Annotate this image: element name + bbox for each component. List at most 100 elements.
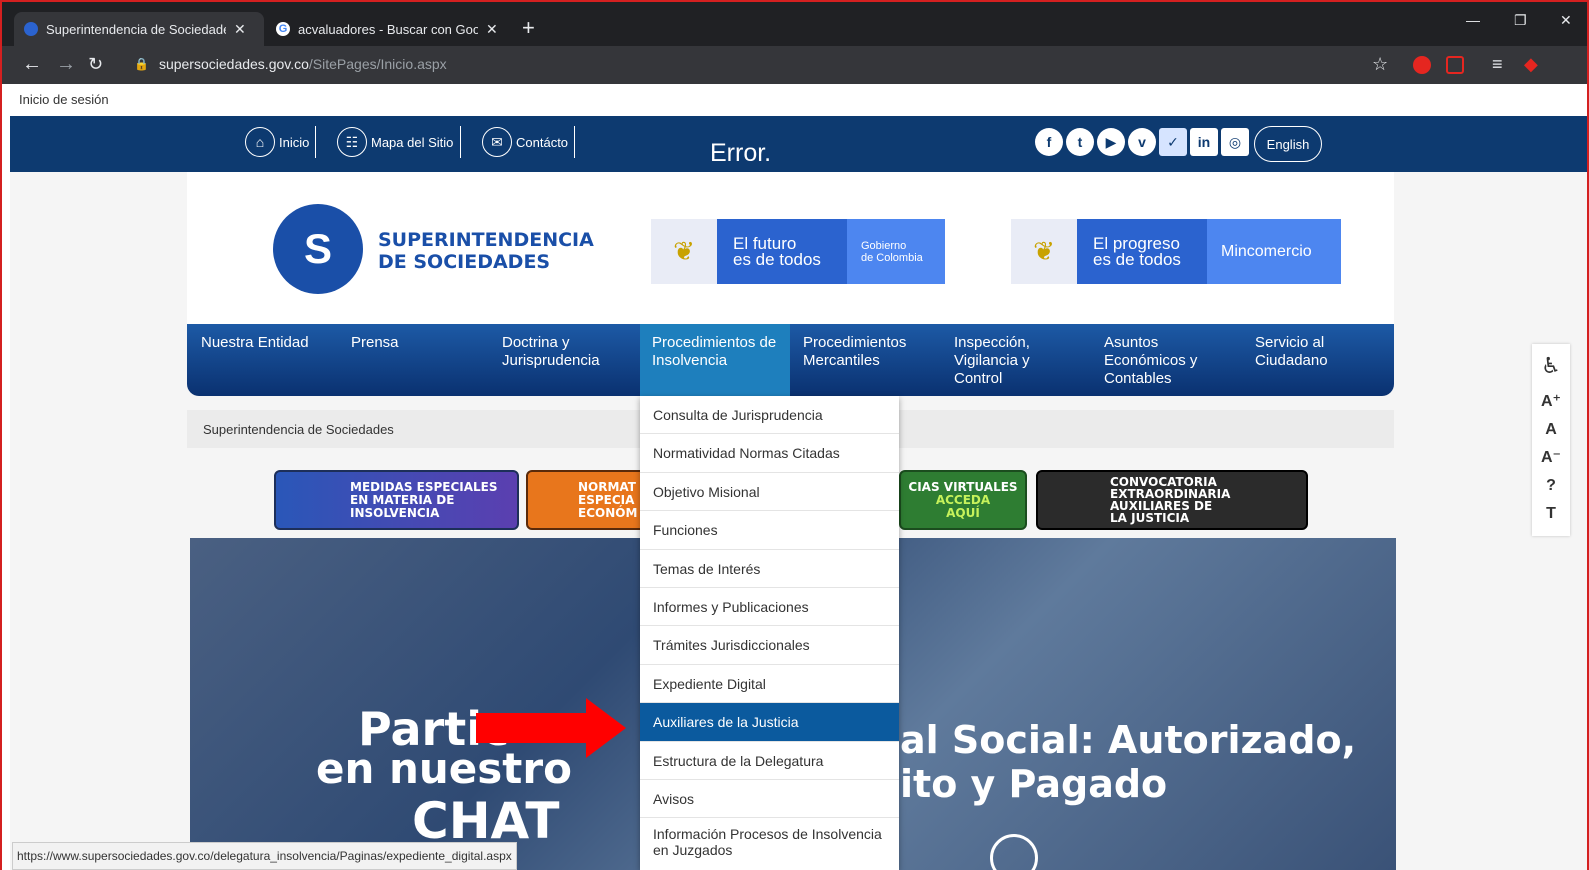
menu-doctrina[interactable]: Doctrina y Jurisprudencia (502, 334, 600, 370)
browser-toolbar: ← → ↻ 🔒 supersociedades.gov.co/SitePages… (0, 46, 1589, 84)
menu-procedimientos-mercantiles[interactable]: Procedimientos Mercantiles (803, 334, 906, 370)
top-navigation-bar: ⌂ Inicio ☷ Mapa del Sitio ✉ Contácto Err… (10, 116, 1589, 172)
menu-procedimientos-insolvencia[interactable]: Procedimientos de Insolvencia (640, 324, 790, 396)
banner-text: MEDIDAS ESPECIALES (350, 479, 498, 494)
increase-font-icon[interactable]: A⁺ (1532, 388, 1570, 416)
dropdown-item[interactable]: Información Procesos de Insolvencia en J… (640, 818, 899, 870)
status-bar-url: https://www.supersociedades.gov.co/deleg… (12, 842, 517, 870)
verified-icon[interactable]: ✓ (1159, 128, 1187, 156)
menu-label: Procedimientos de (652, 334, 777, 351)
red-arrow-annotation-icon (476, 698, 626, 758)
menu-label: Prensa (351, 334, 399, 351)
menu-label: Doctrina y (502, 334, 570, 351)
accessibility-icon[interactable]: ♿ (1532, 344, 1570, 388)
adblock-extension-icon[interactable] (1413, 56, 1431, 74)
reload-icon[interactable]: ↻ (88, 52, 103, 76)
gov2-main-line2: es de todos (1093, 250, 1181, 269)
tab-supersociedades[interactable]: Superintendencia de Sociedades ✕ (14, 12, 264, 46)
medidas-especiales-banner[interactable]: MEDIDAS ESPECIALES EN MATERIA DE INSOLVENC… (274, 470, 519, 530)
media-control-icon[interactable]: ≡ (1492, 54, 1503, 75)
contact-link[interactable]: ✉ Contácto (482, 126, 568, 158)
dropdown-item[interactable]: Normatividad Normas Citadas (640, 434, 899, 473)
site-header: S SUPERINTENDENCIA DE SOCIEDADES ❦ El fu… (187, 172, 1394, 324)
banner-text: ESPECIA (578, 492, 635, 507)
mail-icon: ✉ (482, 127, 512, 157)
close-tab-icon[interactable]: ✕ (234, 21, 246, 38)
tab-title: acvaluadores - Buscar con Googl (298, 21, 478, 37)
dropdown-item[interactable]: Avisos (640, 780, 899, 819)
home-link[interactable]: ⌂ Inicio (245, 126, 309, 158)
banner-text: CIAS VIRTUALES (908, 479, 1018, 494)
facebook-icon[interactable]: f (1035, 128, 1063, 156)
vimeo-icon[interactable]: v (1128, 128, 1156, 156)
gobierno-colombia-banner[interactable]: ❦ El futuro es de todos Gobierno de Colomb… (651, 219, 945, 284)
web-page: Inicio de sesión ⌂ Inicio ☷ Mapa del Sit… (10, 84, 1589, 870)
twitter-icon[interactable]: t (1066, 128, 1094, 156)
normal-font-icon[interactable]: A (1532, 416, 1570, 444)
browser-tab-bar: Superintendencia de Sociedades ✕ G acval… (0, 0, 1589, 46)
dropdown-item[interactable]: Funciones (640, 511, 899, 550)
bookmark-star-icon[interactable]: ☆ (1372, 54, 1388, 75)
gov1-side-line1: Gobierno (861, 239, 907, 252)
normatividad-banner[interactable]: NORMAT ESPECIA ECONÓM (526, 470, 646, 530)
menu-prensa[interactable]: Prensa (351, 334, 399, 352)
menu-asuntos-economicos[interactable]: Asuntos Económicos y Contables (1104, 334, 1197, 388)
dropdown-item[interactable]: Expediente Digital (640, 665, 899, 704)
audiencias-virtuales-banner[interactable]: CIAS VIRTUALES ACCEDA AQUÍ (899, 470, 1027, 530)
supersociedades-favicon-icon (24, 22, 38, 36)
divider (460, 126, 461, 158)
error-message: Error. (710, 139, 772, 167)
help-icon[interactable]: ? (1532, 472, 1570, 500)
mincomercio-banner[interactable]: ❦ El progreso es de todos Mincomercio (1011, 219, 1341, 284)
sitemap-link[interactable]: ☷ Mapa del Sitio (337, 126, 453, 158)
extension-icon[interactable]: ◆ (1524, 54, 1538, 75)
text-icon[interactable]: T (1532, 500, 1570, 528)
close-window-icon[interactable]: ✕ (1560, 12, 1572, 29)
supersociedades-logo-icon[interactable]: S (273, 204, 363, 294)
pdf-extension-icon[interactable] (1446, 56, 1464, 74)
menu-label: Control (954, 370, 1003, 387)
dropdown-item[interactable]: Objetivo Misional (640, 473, 899, 512)
dropdown-item[interactable]: Estructura de la Delegatura (640, 742, 899, 780)
menu-nuestra-entidad[interactable]: Nuestra Entidad (201, 334, 309, 352)
menu-inspeccion[interactable]: Inspección, Vigilancia y Control (954, 334, 1030, 388)
insolvencia-dropdown-menu: Consulta de Jurisprudencia Normatividad … (640, 396, 899, 870)
dropdown-item[interactable]: Trámites Jurisdiccionales (640, 626, 899, 665)
divider (315, 126, 316, 158)
sitemap-label: Mapa del Sitio (371, 134, 454, 150)
dropdown-item[interactable]: Informes y Publicaciones (640, 588, 899, 627)
minimize-icon[interactable]: — (1466, 12, 1480, 28)
dropdown-item-auxiliares-justicia[interactable]: Auxiliares de la Justicia (640, 703, 899, 742)
convocatoria-banner[interactable]: CONVOCATORIA EXTRAORDINARIA AUXILIARES DE L… (1036, 470, 1308, 530)
banner-text: LA JUSTICIA (1110, 511, 1190, 525)
site-logo-text[interactable]: SUPERINTENDENCIA DE SOCIEDADES (378, 229, 594, 273)
gov1-main-line2: es de todos (733, 250, 821, 269)
linkedin-icon[interactable]: in (1190, 128, 1218, 156)
address-bar[interactable]: 🔒 supersociedades.gov.co/SitePages/Inici… (134, 56, 447, 72)
lock-icon: 🔒 (134, 57, 149, 71)
home-label: Inicio (279, 134, 310, 150)
forward-icon[interactable]: → (56, 52, 76, 76)
dropdown-item[interactable]: Temas de Interés (640, 550, 899, 588)
login-link[interactable]: Inicio de sesión (10, 84, 1589, 116)
menu-servicio-ciudadano[interactable]: Servicio al Ciudadano (1255, 334, 1328, 370)
main-menu: Nuestra Entidad Prensa Doctrina y Jurispr… (187, 324, 1394, 396)
social-links: f t ▶ v ✓ in ◎ (1035, 128, 1249, 156)
google-favicon-icon: G (276, 22, 290, 36)
menu-label: Económicos y (1104, 352, 1198, 369)
menu-label: Nuestra Entidad (201, 334, 309, 351)
restore-icon[interactable]: ❐ (1514, 12, 1527, 29)
instagram-icon[interactable]: ◎ (1221, 128, 1249, 156)
banner-text: EN MATERIA DE (350, 492, 455, 507)
clock-icon (990, 834, 1038, 870)
tab-google-search[interactable]: G acvaluadores - Buscar con Googl ✕ (266, 12, 516, 46)
back-icon[interactable]: ← (22, 52, 42, 76)
new-tab-button[interactable]: + (522, 16, 535, 40)
english-button[interactable]: English (1254, 126, 1322, 162)
home-icon: ⌂ (245, 127, 275, 157)
menu-label: Jurisprudencia (502, 352, 600, 369)
dropdown-item[interactable]: Consulta de Jurisprudencia (640, 396, 899, 435)
close-tab-icon[interactable]: ✕ (486, 21, 498, 38)
decrease-font-icon[interactable]: A⁻ (1532, 444, 1570, 472)
youtube-icon[interactable]: ▶ (1097, 128, 1125, 156)
